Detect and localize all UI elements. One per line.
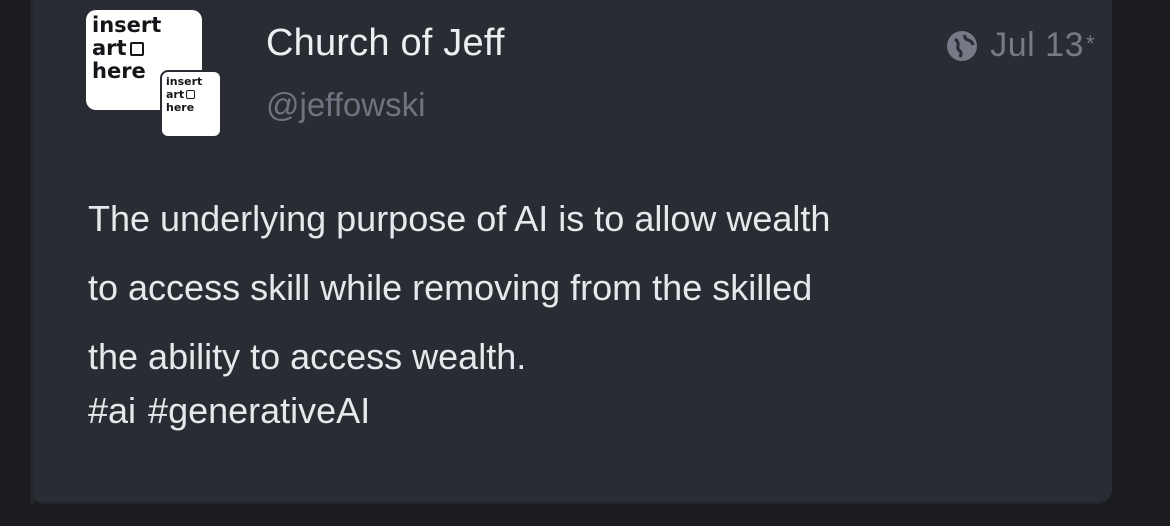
display-name[interactable]: Church of Jeff <box>266 22 505 65</box>
avatar[interactable]: insert art here insert art here <box>86 10 266 146</box>
avatar-small-tile: insert art here <box>160 70 222 138</box>
hashtag-list: #ai #generativeAI <box>88 390 370 432</box>
avatar-main-line-2: art <box>92 37 196 60</box>
hashtag-ai[interactable]: #ai <box>88 390 136 432</box>
user-handle[interactable]: @jeffowski <box>266 86 425 124</box>
hashtag-generativeai[interactable]: #generativeAI <box>148 390 370 432</box>
post-line-3: the ability to access wealth. <box>88 336 527 377</box>
avatar-main-line-1: insert <box>92 13 162 37</box>
post-card: insert art here insert art here Church o… <box>30 0 1112 504</box>
avatar-small-line-3: here <box>166 101 195 114</box>
avatar-main-line-2-text: art <box>92 36 127 60</box>
post-body: The underlying purpose of AI is to allow… <box>88 184 1098 391</box>
avatar-small-line-1: insert <box>166 75 203 88</box>
avatar-small-line-2-text: art <box>166 88 185 101</box>
post-meta: Jul 13 * <box>946 26 1112 65</box>
post-line-1: The underlying purpose of AI is to allow… <box>88 198 831 239</box>
post-line-2: to access skill while removing from the … <box>88 267 813 308</box>
post-date[interactable]: Jul 13 <box>990 26 1084 65</box>
image-frame-icon <box>186 90 196 99</box>
card-edge <box>30 0 34 504</box>
avatar-small-line-2: art <box>166 88 216 101</box>
asterisk-icon[interactable]: * <box>1086 32 1112 55</box>
globe-icon <box>947 30 978 61</box>
image-frame-icon <box>129 42 144 56</box>
